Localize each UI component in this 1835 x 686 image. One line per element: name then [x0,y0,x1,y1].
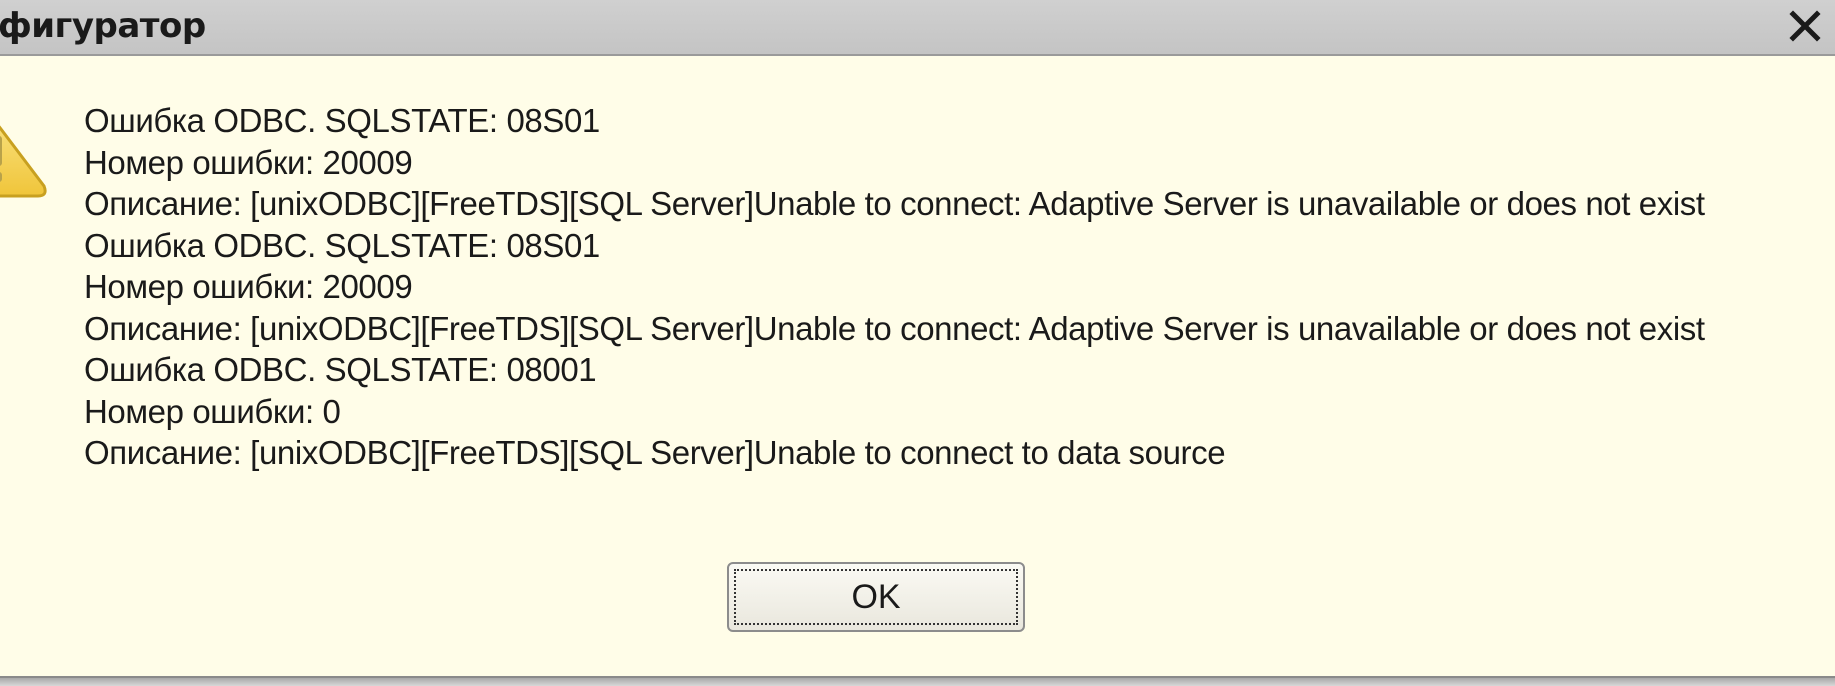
window-bottom-border [0,676,1835,686]
warning-icon [0,100,50,204]
message-line: Описание: [unixODBC][FreeTDS][SQL Server… [84,434,1226,471]
error-message: Ошибка ODBC. SQLSTATE: 08S01 Номер ошибк… [84,100,1824,474]
close-icon [1789,10,1821,42]
message-line: Описание: [unixODBC][FreeTDS][SQL Server… [84,185,1705,222]
message-line: Ошибка ODBC. SQLSTATE: 08001 [84,351,597,388]
window-title: фигуратор [0,6,206,46]
error-dialog: фигуратор Ошибка ODBC. SQLSTATE: 08S01 Н… [0,0,1835,686]
message-line: Описание: [unixODBC][FreeTDS][SQL Server… [84,309,1705,347]
message-line: Номер ошибки: 0 [84,392,341,430]
title-bar[interactable]: фигуратор [0,0,1835,56]
close-button[interactable] [1783,4,1827,48]
message-line: Ошибка ODBC. SQLSTATE: 08S01 [84,102,600,139]
ok-button[interactable]: OK [727,562,1025,632]
message-line: Ошибка ODBC. SQLSTATE: 08S01 [84,226,600,264]
ok-button-label: OK [851,578,901,616]
message-line: Номер ошибки: 20009 [84,268,413,305]
message-line: Номер ошибки: 20009 [84,143,413,181]
